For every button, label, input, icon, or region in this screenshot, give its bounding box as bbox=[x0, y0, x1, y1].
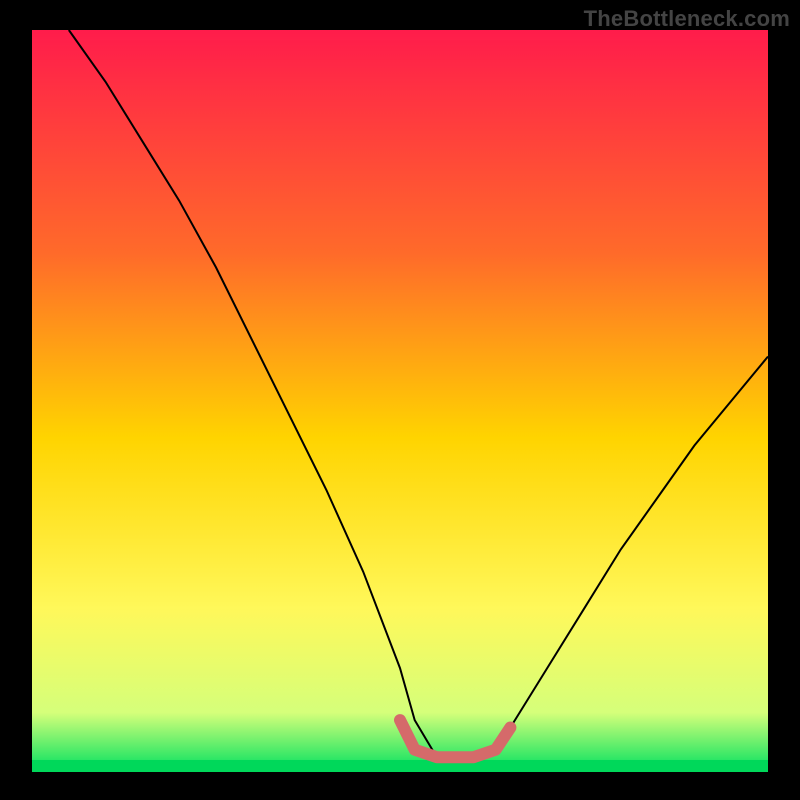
bottom-green-band bbox=[32, 760, 768, 772]
chart-frame bbox=[0, 0, 800, 800]
watermark-text: TheBottleneck.com bbox=[584, 6, 790, 32]
chart-svg bbox=[0, 0, 800, 800]
